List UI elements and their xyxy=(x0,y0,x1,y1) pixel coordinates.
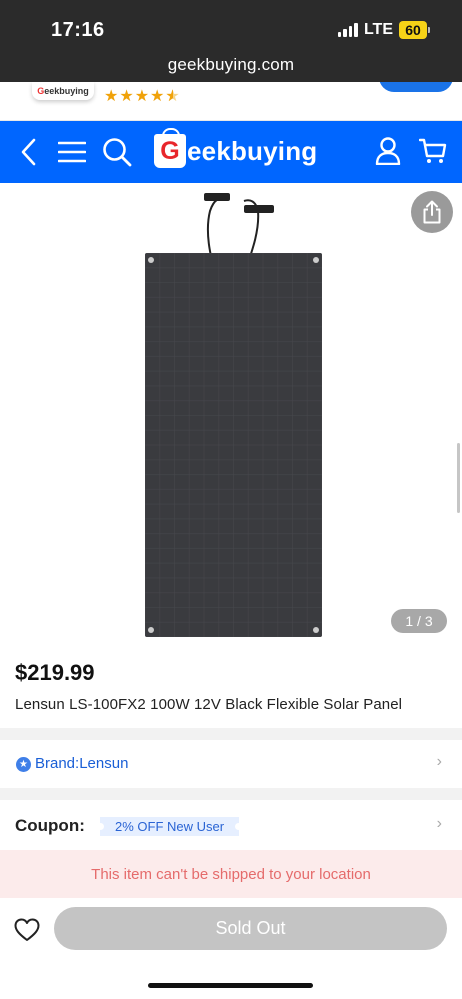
star-icon: ★ xyxy=(150,88,166,105)
star-half-icon: ★★ xyxy=(165,88,181,105)
battery-level: 60 xyxy=(399,21,427,39)
home-indicator[interactable] xyxy=(148,983,313,988)
status-time: 17:16 xyxy=(51,19,105,41)
logo-text: eekbuying xyxy=(187,135,318,166)
status-bar: 17:16 LTE 60 geekbuying.com xyxy=(0,0,462,82)
chevron-right-icon: › xyxy=(436,815,442,832)
coupon-tag[interactable]: 2% OFF New User xyxy=(96,817,243,836)
menu-icon[interactable] xyxy=(58,139,86,165)
star-badge-icon: ★ xyxy=(16,757,31,772)
brand-link[interactable]: Brand:Lensun xyxy=(35,755,128,772)
chevron-right-icon: › xyxy=(436,753,442,770)
sold-out-button[interactable]: Sold Out xyxy=(54,907,447,950)
app-banner: Geekbuying ★★★★★★ xyxy=(0,82,462,121)
coupon-row[interactable]: Coupon: 2% OFF New User › xyxy=(0,800,462,850)
url-bar[interactable]: geekbuying.com xyxy=(0,55,462,75)
star-icon: ★ xyxy=(134,88,151,105)
chevron-left-icon[interactable] xyxy=(14,137,42,167)
product-title: Lensun LS-100FX2 100W 12V Black Flexible… xyxy=(15,696,403,713)
image-counter: 1 / 3 xyxy=(391,609,447,633)
top-nav: G eekbuying xyxy=(0,121,462,183)
shipping-warning: This item can't be shipped to your locat… xyxy=(0,850,462,898)
open-app-button[interactable] xyxy=(379,82,453,92)
product-image[interactable] xyxy=(140,191,330,641)
product-price: $219.99 xyxy=(15,660,95,685)
logo-bag-icon: G xyxy=(154,128,186,168)
signal-icon xyxy=(337,23,358,37)
brand-row[interactable]: ★ Brand:Lensun › xyxy=(0,740,462,788)
product-gallery[interactable]: 1 / 3 xyxy=(0,183,462,646)
page-scrollbar[interactable] xyxy=(457,443,460,513)
product-summary: $219.99 Lensun LS-100FX2 100W 12V Black … xyxy=(0,646,462,728)
bottom-action-bar: Sold Out xyxy=(0,898,462,999)
cart-icon[interactable] xyxy=(418,136,448,166)
coupon-label: Coupon: xyxy=(15,816,85,835)
battery-icon: 60 xyxy=(399,21,430,39)
share-icon[interactable] xyxy=(411,191,453,233)
search-icon[interactable] xyxy=(102,137,132,167)
app-logo: Geekbuying xyxy=(32,82,94,100)
site-logo[interactable]: G eekbuying xyxy=(154,128,318,171)
rating-stars: ★★★★★★ xyxy=(104,86,181,106)
heart-icon[interactable] xyxy=(14,918,40,942)
star-icon: ★ xyxy=(104,88,120,105)
user-icon[interactable] xyxy=(374,136,402,166)
status-indicators: LTE 60 xyxy=(337,21,430,39)
network-type: LTE xyxy=(363,21,393,38)
star-icon: ★ xyxy=(119,88,135,105)
